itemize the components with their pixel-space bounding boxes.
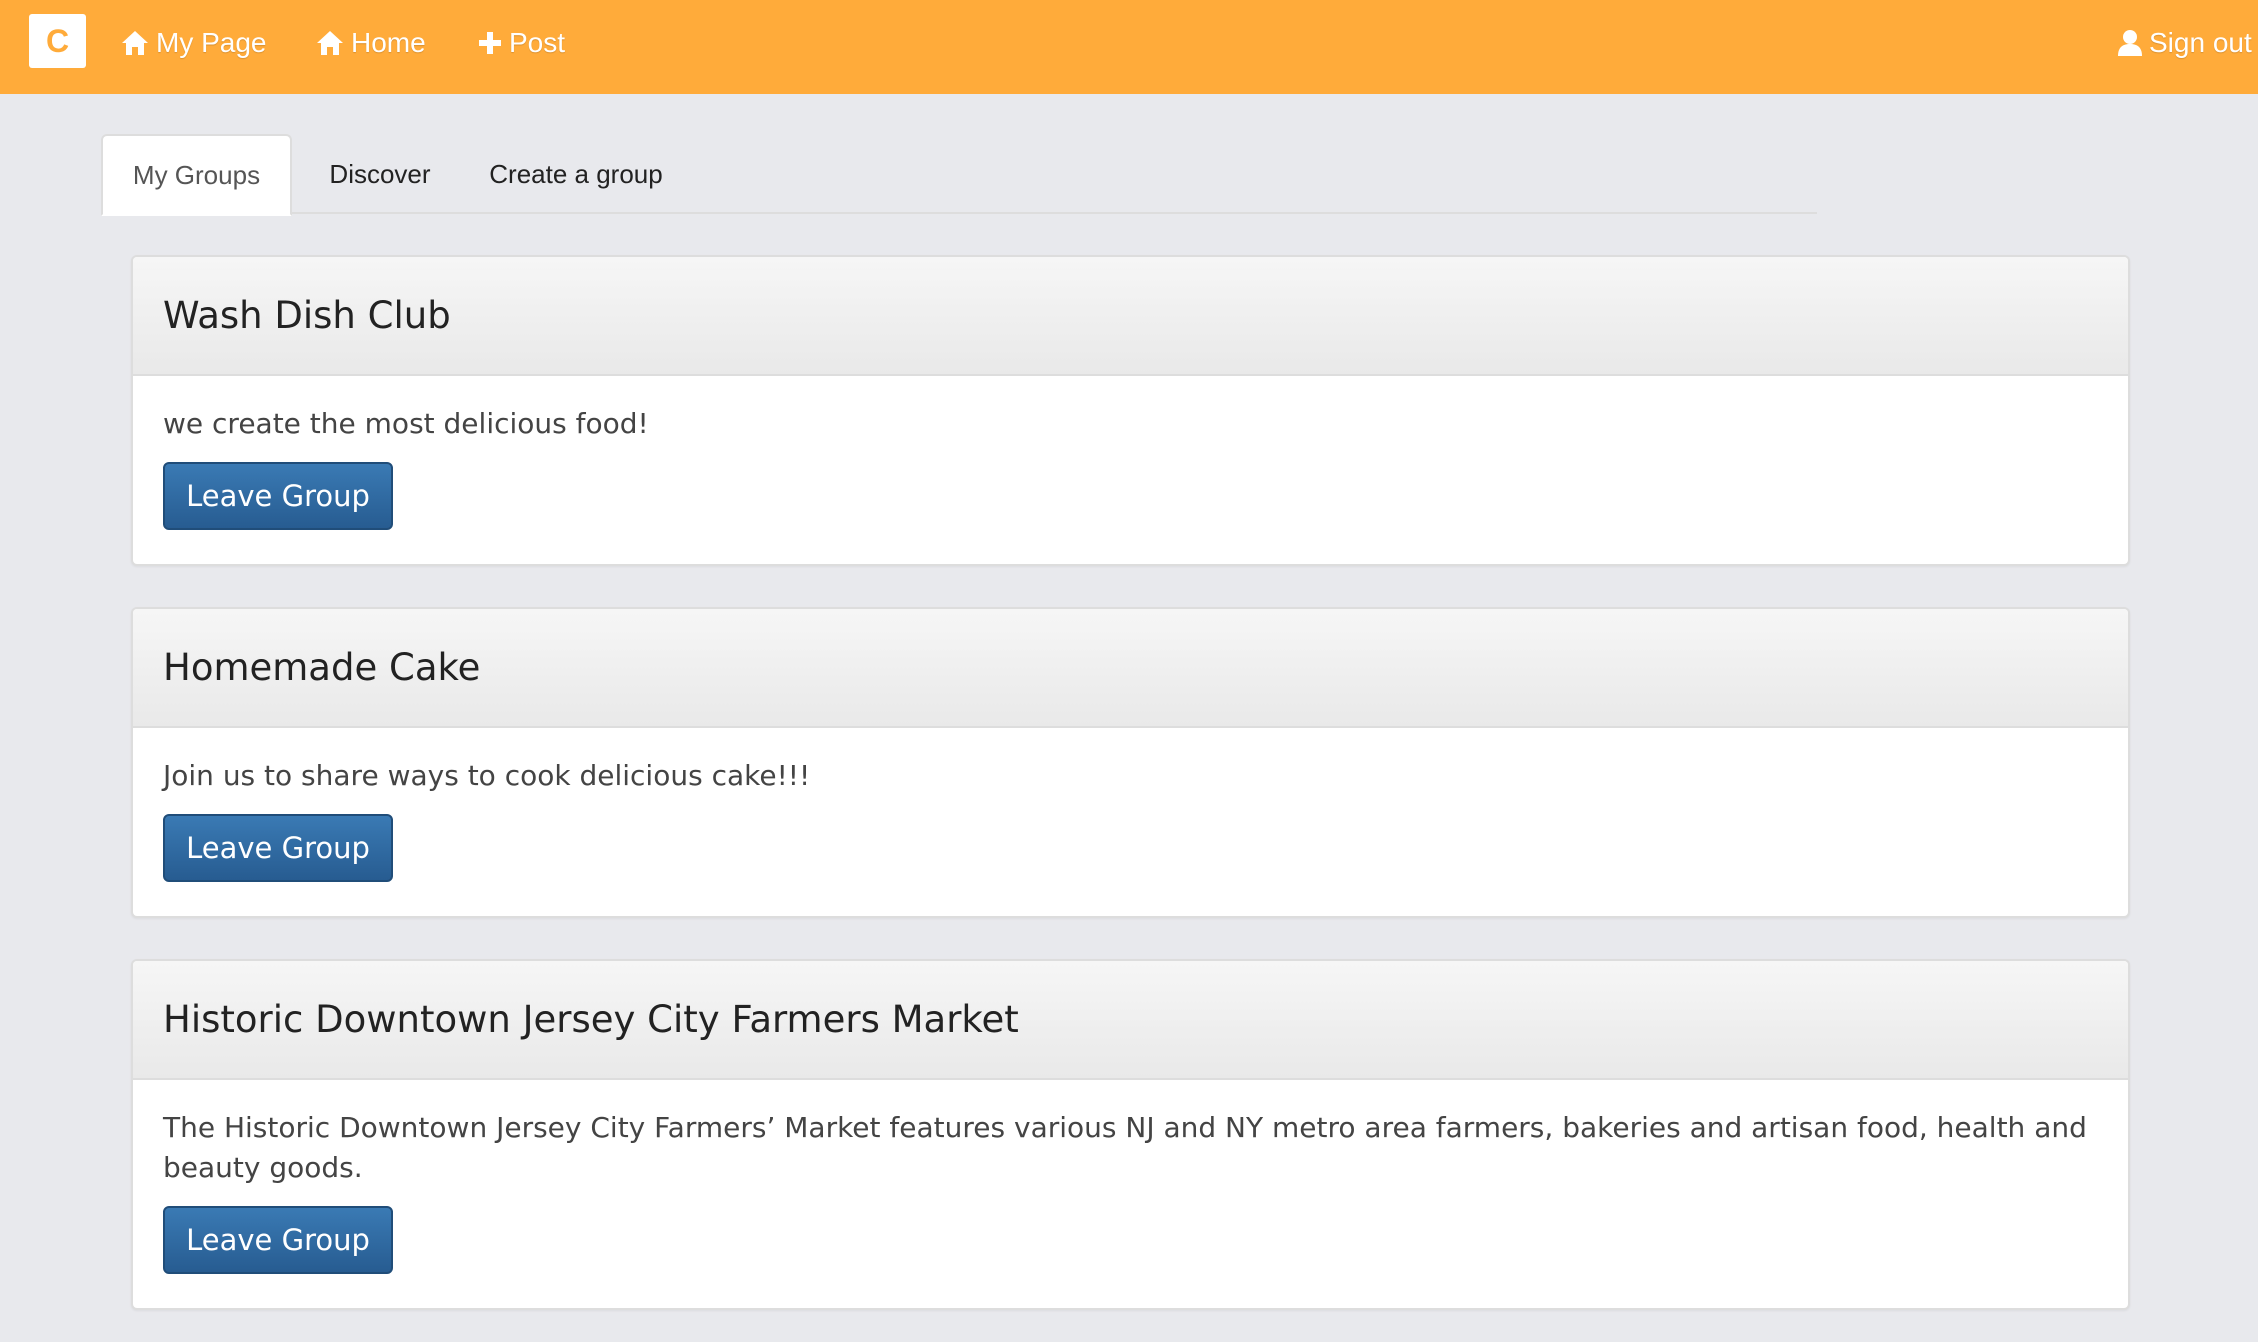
group-description: we create the most delicious food! bbox=[163, 407, 649, 440]
user-icon bbox=[2118, 30, 2142, 56]
top-navbar: C My Page Home Post Sign out bbox=[0, 0, 2258, 94]
tab-create-group[interactable]: Create a group bbox=[468, 134, 684, 214]
nav-home[interactable]: Home bbox=[315, 22, 426, 64]
home-icon bbox=[317, 31, 343, 55]
group-card: Homemade Cake Join us to share ways to c… bbox=[131, 607, 2130, 918]
group-body: The Historic Downtown Jersey City Farmer… bbox=[133, 1080, 2128, 1274]
leave-group-button[interactable]: Leave Group bbox=[163, 462, 393, 530]
leave-group-button[interactable]: Leave Group bbox=[163, 1206, 393, 1274]
leave-group-button[interactable]: Leave Group bbox=[163, 814, 393, 882]
group-title: Homemade Cake bbox=[133, 609, 2128, 728]
tab-my-groups[interactable]: My Groups bbox=[101, 134, 292, 216]
app-logo[interactable]: C bbox=[29, 14, 86, 68]
group-title: Historic Downtown Jersey City Farmers Ma… bbox=[133, 961, 2128, 1080]
nav-post-label: Post bbox=[509, 27, 566, 58]
group-tabs: My Groups Discover Create a group bbox=[101, 134, 1817, 216]
group-body: we create the most delicious food! Leave… bbox=[133, 376, 2128, 530]
group-description: The Historic Downtown Jersey City Farmer… bbox=[163, 1111, 2087, 1184]
nav-my-page[interactable]: My Page bbox=[120, 22, 267, 64]
group-title: Wash Dish Club bbox=[133, 257, 2128, 376]
sign-out-label: Sign out bbox=[2149, 27, 2252, 58]
nav-post[interactable]: Post bbox=[477, 22, 565, 64]
tab-discover[interactable]: Discover bbox=[292, 134, 468, 214]
plus-icon bbox=[479, 32, 501, 54]
home-icon bbox=[122, 31, 148, 55]
group-card: Wash Dish Club we create the most delici… bbox=[131, 255, 2130, 566]
group-description: Join us to share ways to cook delicious … bbox=[163, 759, 811, 792]
sign-out-link[interactable]: Sign out bbox=[2117, 22, 2252, 64]
group-card: Historic Downtown Jersey City Farmers Ma… bbox=[131, 959, 2130, 1310]
group-body: Join us to share ways to cook delicious … bbox=[133, 728, 2128, 882]
nav-home-label: Home bbox=[351, 27, 426, 58]
nav-my-page-label: My Page bbox=[156, 27, 267, 58]
